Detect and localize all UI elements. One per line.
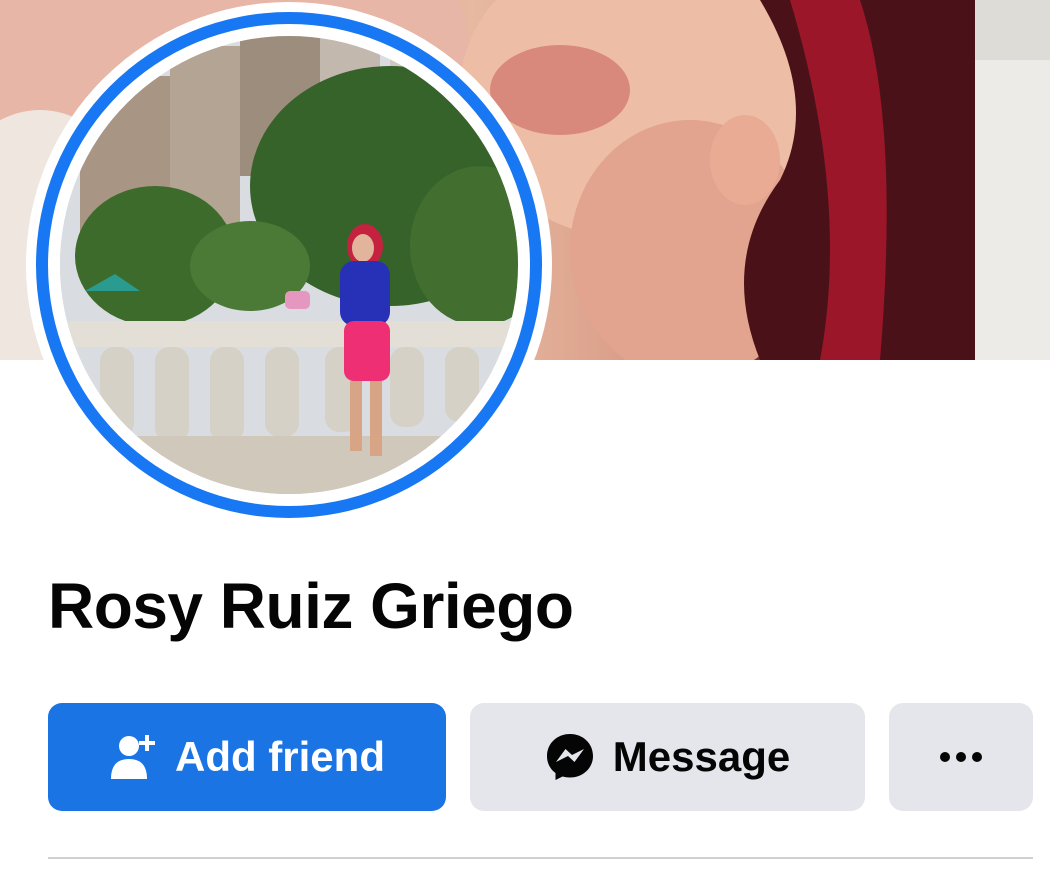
avatar-image bbox=[60, 36, 518, 494]
section-divider bbox=[48, 857, 1033, 859]
add-person-icon bbox=[109, 733, 157, 781]
message-button[interactable]: Message bbox=[470, 703, 865, 811]
profile-name: Rosy Ruiz Griego bbox=[48, 570, 574, 642]
avatar bbox=[60, 36, 518, 494]
message-label: Message bbox=[612, 733, 791, 780]
profile-page: Rosy Ruiz Griego Add friend Message bbox=[0, 0, 1050, 872]
add-friend-label: Add friend bbox=[175, 733, 385, 780]
messenger-icon bbox=[545, 732, 595, 782]
more-options-button[interactable] bbox=[889, 703, 1033, 811]
more-dots-icon bbox=[939, 751, 983, 763]
profile-picture[interactable] bbox=[26, 2, 552, 528]
add-friend-button[interactable]: Add friend bbox=[48, 703, 446, 811]
profile-actions: Add friend Message bbox=[48, 703, 1033, 811]
